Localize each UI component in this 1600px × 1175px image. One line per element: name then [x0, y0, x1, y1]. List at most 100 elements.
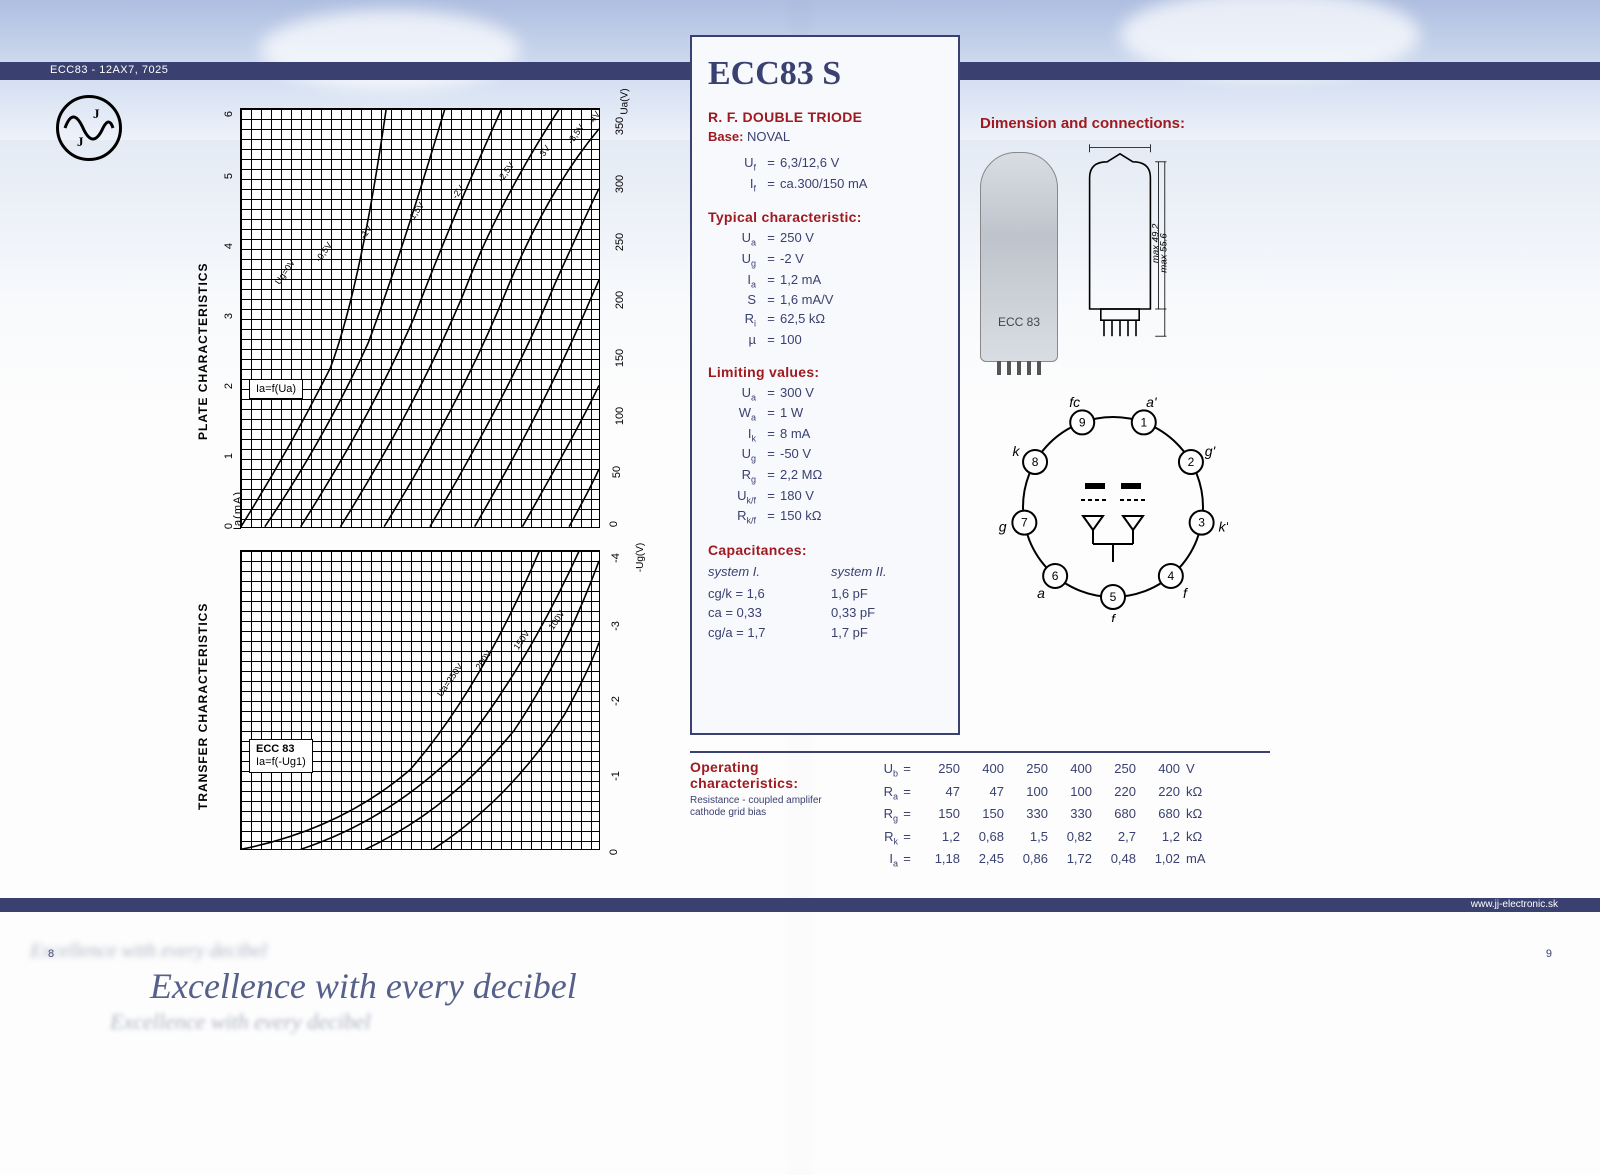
svg-text:8: 8 [1032, 455, 1039, 469]
spec-row: Rk/f=150 kΩ [708, 507, 942, 528]
svg-text:3: 3 [1198, 516, 1205, 530]
px300: 300 [614, 175, 626, 193]
limiting-title: Limiting values: [708, 364, 942, 380]
tube-figure-row: max 22 max 49.2 max 55.6 [980, 144, 1260, 362]
spec-row: Ik=8 mA [708, 425, 942, 446]
cap-r3-r: 1,7 pF [831, 623, 942, 643]
tx-3: -3 [610, 621, 622, 631]
svg-text:f: f [1111, 611, 1117, 622]
py3: 3 [223, 313, 235, 319]
tx0: 0 [608, 849, 620, 855]
op-grid: Ub=250400250400250400VRa=474710010022022… [864, 759, 1270, 872]
transfer-chart-box: ECC 83 Ia=f(-Ug1) [249, 739, 313, 773]
right-page: ECC83 S R. F. DOUBLE TRIODE Base: NOVAL … [690, 35, 1570, 855]
spec-row: Rg=2,2 MΩ [708, 466, 942, 487]
ug-axis-label: -Ug(V) [635, 543, 646, 572]
svg-text:5: 5 [1110, 590, 1117, 604]
op-row: Rg=150150330330680680kΩ [864, 804, 1270, 827]
svg-text:f: f [1183, 585, 1189, 601]
cap-r1-l: cg/k = 1,6 [708, 584, 819, 604]
operating-characteristics: Operating characteristics: Resistance - … [690, 751, 1270, 872]
cap-r2-r: 0,33 pF [831, 603, 942, 623]
py5: 5 [223, 173, 235, 179]
tube-photo [980, 152, 1058, 362]
dimension-column: Dimension and connections: max 22 [980, 115, 1260, 622]
left-page: J J PLATE CHARACTERISTICS Ia(mA) Ia=f(Ua… [30, 90, 660, 860]
footer-bar: www.jj-electronic.sk [0, 898, 1600, 912]
op-row: Ra=4747100100220220kΩ [864, 782, 1270, 805]
svg-text:fc: fc [1069, 394, 1080, 410]
svg-text:J: J [93, 106, 100, 121]
heater-block: Uf=6,3/12,6 VIf=ca.300/150 mA [708, 154, 942, 195]
base-label: Base: [708, 129, 743, 144]
svg-text:k': k' [1218, 518, 1228, 534]
svg-text:g': g' [1205, 443, 1217, 459]
tx-2: -2 [610, 696, 622, 706]
svg-text:6: 6 [1052, 569, 1059, 583]
dimension-title: Dimension and connections: [980, 115, 1260, 132]
op-note: Resistance - coupled amplifer cathode gr… [690, 795, 860, 819]
base-line: Base: NOVAL [708, 129, 942, 144]
plate-chart-function-box: Ia=f(Ua) [249, 379, 303, 399]
cap-r1-r: 1,6 pF [831, 584, 942, 604]
py4: 4 [223, 243, 235, 249]
spec-row: S=1,6 mA/V [708, 291, 942, 310]
svg-text:k: k [1013, 443, 1021, 459]
spec-row: µ=100 [708, 331, 942, 350]
svg-text:J: J [77, 134, 84, 149]
pinout-diagram: 1a'2g'3k'4f5f6a7g8k9fc [998, 392, 1228, 622]
spec-row: Ua=250 V [708, 229, 942, 250]
dim-w: max 22 [1104, 144, 1136, 147]
jj-logo: J J [56, 95, 122, 161]
tagline: Excellence with every decibel Excellence… [30, 940, 577, 1035]
plate-chart-title: PLATE CHARACTERISTICS [196, 263, 210, 440]
transfer-chart-title: TRANSFER CHARACTERISTICS [196, 603, 210, 810]
footer-url: www.jj-electronic.sk [1471, 899, 1558, 910]
dim-h2: max 55.6 [1158, 233, 1168, 273]
typical-block: Ua=250 VUg=-2 VIa=1,2 mAS=1,6 mA/VRi=62,… [708, 229, 942, 349]
cap-sys2-label: system II. [831, 562, 942, 582]
cap-columns: system I. cg/k = 1,6 ca = 0,33 cg/a = 1,… [708, 562, 942, 642]
py0: 0 [223, 523, 235, 529]
spec-row: Ua=300 V [708, 384, 942, 405]
base-value: NOVAL [747, 129, 790, 144]
svg-text:1: 1 [1140, 415, 1147, 429]
px350: 350 [614, 117, 626, 135]
px0: 0 [608, 521, 620, 527]
ua-axis-label: Ua(V) [620, 88, 631, 114]
spec-row: Uk/f=180 V [708, 487, 942, 508]
svg-text:9: 9 [1079, 415, 1086, 429]
tube-title: ECC83 S [708, 55, 942, 93]
py2: 2 [223, 383, 235, 389]
op-row: Ia=1,182,450,861,720,481,02mA [864, 849, 1270, 872]
op-row: Rk=1,20,681,50,822,71,2kΩ [864, 827, 1270, 850]
svg-text:a: a [1037, 585, 1045, 601]
px100: 100 [614, 407, 626, 425]
subtitle: R. F. DOUBLE TRIODE [708, 109, 942, 125]
tx-4: -4 [610, 553, 622, 563]
op-title: Operating characteristics: [690, 759, 860, 791]
tagline-echo-1: Excellence with every decibel [30, 940, 577, 963]
px50: 50 [611, 466, 623, 478]
px150: 150 [614, 349, 626, 367]
tagline-echo-2: Excellence with every decibel [110, 1009, 577, 1035]
svg-text:4: 4 [1168, 569, 1175, 583]
transfer-box-function: Ia=f(-Ug1) [256, 756, 306, 769]
tube-outline-drawing: max 22 max 49.2 max 55.6 [1072, 144, 1168, 362]
svg-text:g: g [999, 518, 1007, 534]
page-number-right: 9 [1546, 948, 1552, 960]
spec-row: Ug=-50 V [708, 445, 942, 466]
spec-row: If=ca.300/150 mA [708, 175, 942, 196]
tx-1: -1 [610, 771, 622, 781]
py1: 1 [223, 453, 235, 459]
tube-codeline: ECC83 - 12AX7, 7025 [50, 64, 168, 76]
cap-sys1-label: system I. [708, 562, 819, 582]
typical-title: Typical characteristic: [708, 209, 942, 225]
transfer-characteristics-chart: ECC 83 Ia=f(-Ug1) Ua=250V 200V 150V 100V [240, 550, 600, 850]
px250: 250 [614, 233, 626, 251]
spec-row: Ia=1,2 mA [708, 271, 942, 292]
transfer-box-title: ECC 83 [256, 743, 306, 756]
spec-row: Uf=6,3/12,6 V [708, 154, 942, 175]
svg-text:a': a' [1146, 394, 1158, 410]
spec-row: Ri=62,5 kΩ [708, 310, 942, 331]
